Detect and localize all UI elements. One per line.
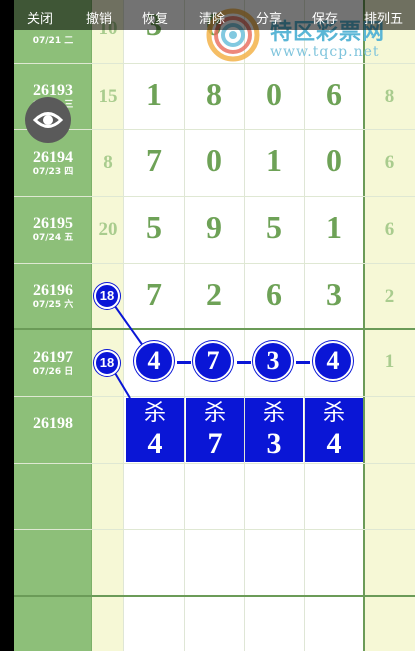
predicted-ball[interactable]: 7 bbox=[193, 341, 233, 381]
count-badge[interactable]: 18 bbox=[94, 350, 120, 376]
kill-label: 杀 bbox=[143, 401, 166, 426]
kill-digit: 7 bbox=[207, 427, 223, 460]
clear-button[interactable]: 清除 bbox=[199, 8, 225, 27]
kill-digit: 3 bbox=[266, 427, 282, 460]
close-button[interactable]: 关闭 bbox=[27, 8, 53, 27]
kill-block[interactable]: 杀 3 bbox=[245, 398, 303, 462]
kill-block[interactable]: 杀 4 bbox=[126, 398, 184, 462]
kill-label: 杀 bbox=[203, 401, 226, 426]
ball-connector bbox=[296, 361, 310, 364]
count-badge[interactable]: 18 bbox=[94, 283, 120, 309]
save-button[interactable]: 保存 bbox=[312, 8, 338, 27]
kill-block[interactable]: 杀 4 bbox=[305, 398, 363, 462]
predicted-ball[interactable]: 4 bbox=[313, 341, 353, 381]
undo-button[interactable]: 撤销 bbox=[86, 8, 112, 27]
ball-connector bbox=[177, 361, 191, 364]
predicted-ball[interactable]: 3 bbox=[253, 341, 293, 381]
predicted-ball[interactable]: 4 bbox=[134, 341, 174, 381]
kill-digit: 4 bbox=[147, 427, 163, 460]
restore-button[interactable]: 恢复 bbox=[142, 8, 168, 27]
kill-label: 杀 bbox=[322, 401, 345, 426]
eye-icon bbox=[32, 112, 64, 128]
watermark-url: www.tqcp.net bbox=[270, 44, 380, 60]
share-button[interactable]: 分享 bbox=[256, 8, 282, 27]
kill-label: 杀 bbox=[262, 401, 285, 426]
chart-canvas: 07/21 二 10 3 0 26193 07/22 三 15 1 8 0 6 … bbox=[0, 0, 415, 651]
kill-digit: 4 bbox=[326, 427, 342, 460]
ball-connector bbox=[237, 361, 251, 364]
top-toolbar: 关闭 撤销 恢复 清除 分享 保存 排列五 bbox=[0, 0, 415, 30]
kill-block[interactable]: 杀 7 bbox=[186, 398, 244, 462]
rank5-tab[interactable]: 排列五 bbox=[364, 8, 403, 27]
visibility-toggle-button[interactable] bbox=[25, 97, 71, 143]
